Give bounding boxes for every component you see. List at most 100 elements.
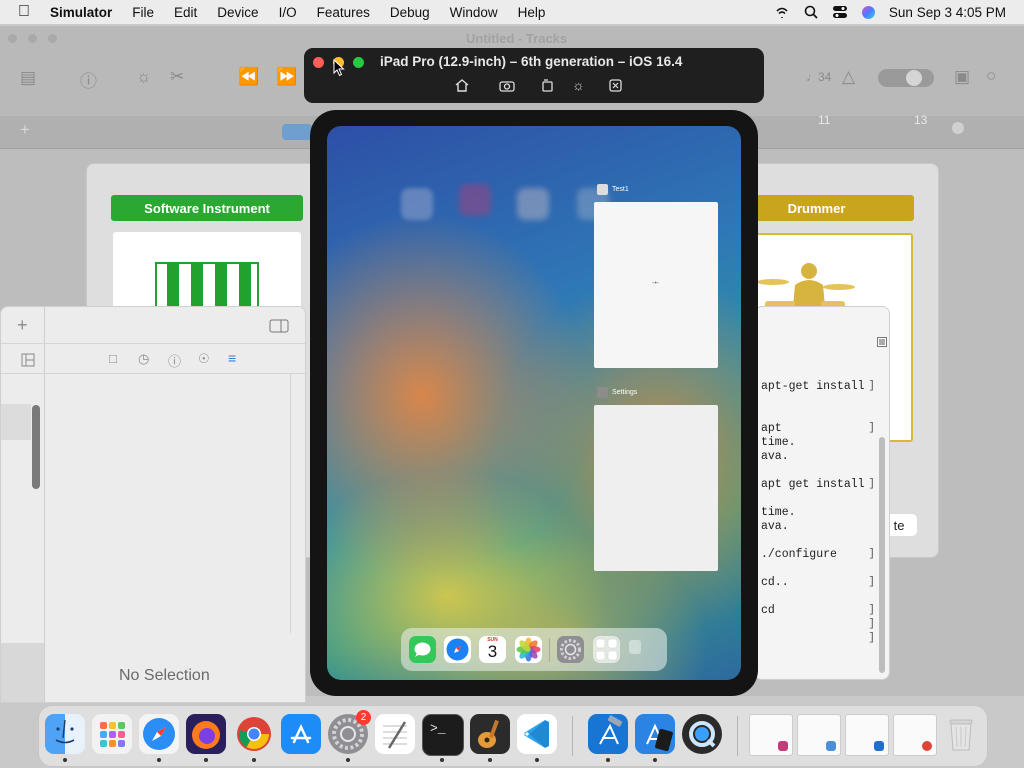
terminal-line: apt get install: [761, 478, 865, 491]
test1-app-icon: [597, 184, 608, 195]
window-close-button[interactable]: [8, 34, 17, 43]
menu-window[interactable]: Window: [450, 5, 498, 20]
loop-browser-icon[interactable]: ○: [986, 66, 996, 86]
screenshot-icon[interactable]: [499, 79, 515, 92]
apple-menu-icon[interactable]: : [18, 3, 30, 21]
navigator-selected-row[interactable]: [1, 404, 31, 440]
attributes-inspector-icon[interactable]: ≡: [228, 350, 236, 366]
zoom-slider-knob[interactable]: [952, 122, 964, 134]
terminal-scrollbar[interactable]: [879, 437, 885, 673]
library-icon[interactable]: ▤: [20, 68, 36, 88]
window-zoom-button[interactable]: [48, 34, 57, 43]
safari-dock-icon[interactable]: [139, 714, 179, 754]
xcode-icon[interactable]: [588, 714, 628, 754]
add-icon[interactable]: +: [17, 315, 28, 336]
menu-edit[interactable]: Edit: [174, 5, 197, 20]
textedit-icon[interactable]: [375, 714, 415, 754]
minimized-window-2[interactable]: [797, 714, 841, 756]
trash-icon[interactable]: [941, 714, 981, 754]
help-inspector-icon[interactable]: ⓘ: [168, 351, 181, 370]
app-card-settings[interactable]: [594, 405, 718, 571]
simulator-title: iPad Pro (12.9-inch) – 6th generation – …: [380, 54, 683, 69]
editors-icon[interactable]: ✂: [170, 67, 184, 87]
terminal-line: cd: [761, 604, 775, 617]
finder-icon[interactable]: [45, 714, 85, 754]
garageband-window-title: Untitled - Tracks: [466, 31, 568, 46]
menu-file[interactable]: File: [132, 5, 154, 20]
tempo-display[interactable]: ♩34: [806, 70, 831, 84]
scroll-menu-icon[interactable]: [877, 337, 887, 347]
track-filter-button[interactable]: [282, 124, 312, 140]
add-track-button[interactable]: +: [20, 120, 30, 140]
photos-icon[interactable]: [515, 636, 542, 663]
simulator-close-button[interactable]: [313, 57, 324, 68]
window-minimize-button[interactable]: [28, 34, 37, 43]
menu-help[interactable]: Help: [518, 5, 546, 20]
garageband-icon[interactable]: [470, 714, 510, 754]
simulator-dock-icon[interactable]: [635, 714, 675, 754]
app-card-test1[interactable]: -•-: [594, 202, 718, 368]
terminal-icon[interactable]: >_: [422, 714, 464, 756]
terminal-window: apt-get install apt time. ava. apt get i…: [754, 306, 890, 680]
calendar-icon[interactable]: SUN 3: [479, 636, 506, 663]
minimized-window-4[interactable]: [893, 714, 937, 756]
menu-io[interactable]: I/O: [279, 5, 297, 20]
smart-controls-icon[interactable]: ☼: [136, 67, 152, 87]
inspector-panel: + □ ◷ ⓘ ☉ ≡ No Selection: [0, 306, 306, 703]
vscode-icon[interactable]: [517, 714, 557, 754]
firefox-icon[interactable]: [186, 714, 226, 754]
help-icon[interactable]: ⓘ: [80, 67, 97, 92]
tuner-icon[interactable]: △: [842, 67, 855, 87]
menu-device[interactable]: Device: [217, 5, 258, 20]
menu-debug[interactable]: Debug: [390, 5, 430, 20]
no-selection-label: No Selection: [119, 667, 210, 684]
terminal-line: time.: [761, 506, 796, 519]
app-card-label-settings: Settings: [597, 387, 637, 398]
appearance-icon[interactable]: ☼: [572, 77, 585, 93]
launchpad-icon[interactable]: [92, 714, 132, 754]
terminal-line: ava.: [761, 520, 789, 533]
app-store-icon[interactable]: [281, 714, 321, 754]
terminal-line: ./configure: [761, 548, 837, 561]
sidebar-toggle-icon[interactable]: [269, 319, 289, 333]
simulator-toolbar: iPad Pro (12.9-inch) – 6th generation – …: [304, 48, 764, 103]
scrollbar-thumb[interactable]: [32, 405, 40, 489]
macos-dock: 2 >_: [38, 705, 988, 767]
menu-features[interactable]: Features: [317, 5, 370, 20]
wifi-icon[interactable]: [774, 5, 790, 19]
simulator-zoom-button[interactable]: [353, 57, 364, 68]
minimized-window-1[interactable]: [749, 714, 793, 756]
menu-clock[interactable]: Sun Sep 3 4:05 PM: [889, 5, 1006, 20]
rotate-icon[interactable]: [541, 78, 554, 92]
chrome-icon[interactable]: [234, 714, 274, 754]
menu-bar:  Simulator File Edit Device I/O Feature…: [0, 0, 1024, 24]
home-icon[interactable]: [455, 79, 469, 92]
terminal-line: apt-get install: [761, 380, 865, 393]
menu-app-name[interactable]: Simulator: [50, 5, 112, 20]
forward-icon[interactable]: ⏩: [276, 67, 297, 87]
rewind-icon[interactable]: ⏪: [238, 67, 259, 87]
app-library-icon[interactable]: [593, 636, 620, 663]
search-icon[interactable]: [804, 5, 818, 19]
system-settings-icon[interactable]: 2: [328, 710, 371, 754]
ruler-mark-13: 13: [914, 113, 928, 127]
software-instrument-button[interactable]: Software Instrument: [111, 195, 303, 221]
settings-icon[interactable]: [557, 636, 584, 663]
keyboard-toggle-icon[interactable]: [609, 79, 622, 92]
file-inspector-icon[interactable]: □: [109, 351, 117, 366]
siri-icon[interactable]: [861, 5, 875, 19]
split-view-icon[interactable]: [21, 353, 35, 367]
settings-mini-icon: [597, 387, 608, 398]
master-volume-slider[interactable]: [878, 69, 934, 87]
notepad-icon[interactable]: ▣: [954, 67, 970, 87]
control-center-icon[interactable]: [832, 5, 848, 19]
recent-app-icon[interactable]: [629, 640, 641, 654]
history-inspector-icon[interactable]: ◷: [138, 351, 149, 367]
ipad-screen[interactable]: Test1 -•- Settings SUN 3: [327, 126, 741, 680]
messages-icon[interactable]: [409, 636, 436, 663]
ipad-dock: SUN 3: [401, 628, 667, 671]
safari-icon[interactable]: [444, 636, 471, 663]
accessibility-inspector-icon[interactable]: ☉: [198, 351, 210, 367]
quicktime-icon[interactable]: [682, 714, 722, 754]
minimized-window-3[interactable]: [845, 714, 889, 756]
